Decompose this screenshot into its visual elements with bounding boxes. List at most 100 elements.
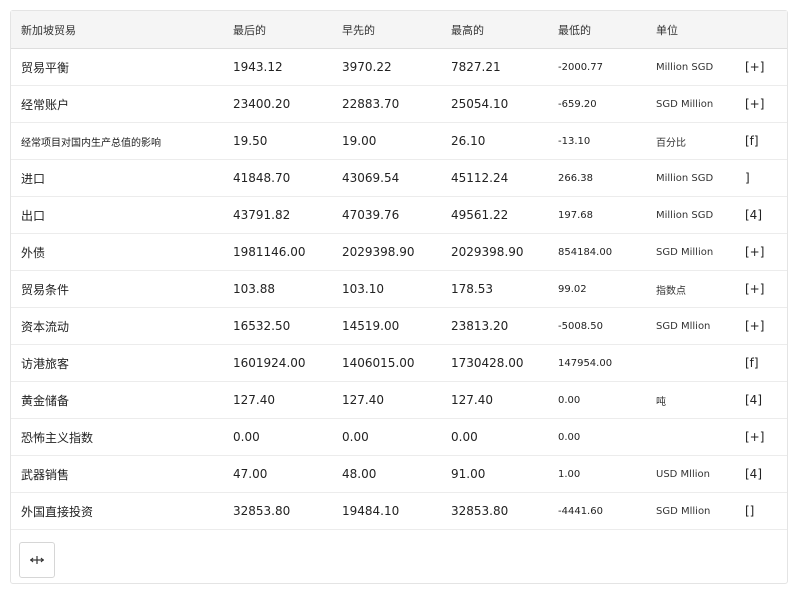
row-unit: 百分比	[646, 122, 745, 160]
row-last: 32853.80	[223, 492, 332, 530]
row-lowest: -659.20	[548, 85, 646, 123]
row-highest: 49561.22	[441, 196, 548, 234]
table-row: 恐怖主义指数 0.00 0.00 0.00 0.00 [+]	[11, 418, 787, 456]
row-action-link[interactable]: [f]	[745, 344, 787, 382]
row-name: 经常项目对国内生产总值的影响	[11, 122, 223, 160]
row-last: 16532.50	[223, 307, 332, 345]
row-lowest: -4441.60	[548, 492, 646, 530]
row-action-link[interactable]: [f]	[745, 122, 787, 160]
row-lowest: -2000.77	[548, 48, 646, 86]
row-action-link[interactable]: []	[745, 492, 787, 530]
expand-button[interactable]	[19, 542, 55, 578]
row-name: 进口	[11, 159, 223, 197]
row-highest: 23813.20	[441, 307, 548, 345]
row-last: 1601924.00	[223, 344, 332, 382]
row-previous: 22883.70	[332, 85, 441, 123]
table-row: 经常账户 23400.20 22883.70 25054.10 -659.20 SGD M…	[11, 85, 787, 123]
row-previous: 19484.10	[332, 492, 441, 530]
row-name: 贸易平衡	[11, 48, 223, 86]
row-lowest: 854184.00	[548, 233, 646, 271]
row-highest: 1730428.00	[441, 344, 548, 382]
row-last: 43791.82	[223, 196, 332, 234]
row-action-link[interactable]: [+]	[745, 85, 787, 123]
row-unit: Million SGD	[646, 196, 745, 234]
row-highest: 45112.24	[441, 159, 548, 197]
row-unit: SGD Mllion	[646, 307, 745, 345]
row-action-link[interactable]: [4]	[745, 455, 787, 493]
row-highest: 0.00	[441, 418, 548, 456]
row-previous: 47039.76	[332, 196, 441, 234]
table-row: 外国直接投资 32853.80 19484.10 32853.80 -4441.60 SG…	[11, 492, 787, 530]
row-previous: 48.00	[332, 455, 441, 493]
row-previous: 3970.22	[332, 48, 441, 86]
row-highest: 25054.10	[441, 85, 548, 123]
row-action-link[interactable]: [+]	[745, 48, 787, 86]
row-previous: 43069.54	[332, 159, 441, 197]
header-indicator: 新加坡贸易	[11, 11, 223, 49]
row-name: 恐怖主义指数	[11, 418, 223, 456]
row-last: 127.40	[223, 381, 332, 419]
row-lowest: 0.00	[548, 418, 646, 456]
row-previous: 14519.00	[332, 307, 441, 345]
row-unit	[646, 418, 745, 456]
row-name: 武器销售	[11, 455, 223, 493]
row-highest: 26.10	[441, 122, 548, 160]
row-previous: 103.10	[332, 270, 441, 308]
header-previous: 早先的	[332, 11, 441, 49]
row-unit: Million SGD	[646, 48, 745, 86]
row-name: 贸易条件	[11, 270, 223, 308]
table-row: 进口 41848.70 43069.54 45112.24 266.38 Million …	[11, 159, 787, 197]
row-action-link[interactable]: [+]	[745, 307, 787, 345]
row-unit: Million SGD	[646, 159, 745, 197]
row-previous: 0.00	[332, 418, 441, 456]
row-name: 经常账户	[11, 85, 223, 123]
row-name: 外国直接投资	[11, 492, 223, 530]
header-last: 最后的	[223, 11, 332, 49]
singapore-trade-table: 新加坡贸易 最后的 早先的 最高的 最低的 单位 贸易平衡 1943.12 3970…	[11, 11, 787, 530]
row-previous: 2029398.90	[332, 233, 441, 271]
row-lowest: 0.00	[548, 381, 646, 419]
header-action	[745, 11, 787, 49]
row-last: 0.00	[223, 418, 332, 456]
header-highest: 最高的	[441, 11, 548, 49]
row-action-link[interactable]: [4]	[745, 196, 787, 234]
row-name: 访港旅客	[11, 344, 223, 382]
table-row: 经常项目对国内生产总值的影响 19.50 19.00 26.10 -13.10 百分比 [f…	[11, 122, 787, 160]
row-lowest: 147954.00	[548, 344, 646, 382]
row-last: 23400.20	[223, 85, 332, 123]
row-highest: 91.00	[441, 455, 548, 493]
row-lowest: 266.38	[548, 159, 646, 197]
table-header-row: 新加坡贸易 最后的 早先的 最高的 最低的 单位	[11, 11, 787, 49]
table-row: 资本流动 16532.50 14519.00 23813.20 -5008.50 SGD …	[11, 307, 787, 345]
expand-icon	[30, 556, 44, 564]
row-lowest: 1.00	[548, 455, 646, 493]
trade-table-panel: 新加坡贸易 最后的 早先的 最高的 最低的 单位 贸易平衡 1943.12 3970…	[10, 10, 788, 584]
row-unit: 指数点	[646, 270, 745, 308]
row-action-link[interactable]: [+]	[745, 270, 787, 308]
row-last: 41848.70	[223, 159, 332, 197]
row-name: 出口	[11, 196, 223, 234]
row-last: 1943.12	[223, 48, 332, 86]
row-name: 黄金储备	[11, 381, 223, 419]
table-row: 武器销售 47.00 48.00 91.00 1.00 USD Mllion [4]	[11, 455, 787, 493]
table-row: 黄金储备 127.40 127.40 127.40 0.00 吨 [4]	[11, 381, 787, 419]
row-lowest: 197.68	[548, 196, 646, 234]
row-last: 1981146.00	[223, 233, 332, 271]
row-action-link[interactable]: ]	[745, 159, 787, 197]
row-action-link[interactable]: [+]	[745, 418, 787, 456]
table-row: 外债 1981146.00 2029398.90 2029398.90 854184.0…	[11, 233, 787, 271]
row-unit: SGD Million	[646, 233, 745, 271]
row-action-link[interactable]: [4]	[745, 381, 787, 419]
row-previous: 1406015.00	[332, 344, 441, 382]
row-unit	[646, 344, 745, 382]
row-action-link[interactable]: [+]	[745, 233, 787, 271]
row-unit: SGD Million	[646, 85, 745, 123]
row-lowest: -13.10	[548, 122, 646, 160]
table-row: 贸易条件 103.88 103.10 178.53 99.02 指数点 [+]	[11, 270, 787, 308]
table-row: 贸易平衡 1943.12 3970.22 7827.21 -2000.77 Million…	[11, 48, 787, 86]
row-previous: 19.00	[332, 122, 441, 160]
row-lowest: 99.02	[548, 270, 646, 308]
row-last: 103.88	[223, 270, 332, 308]
row-unit: USD Mllion	[646, 455, 745, 493]
header-unit: 单位	[646, 11, 745, 49]
